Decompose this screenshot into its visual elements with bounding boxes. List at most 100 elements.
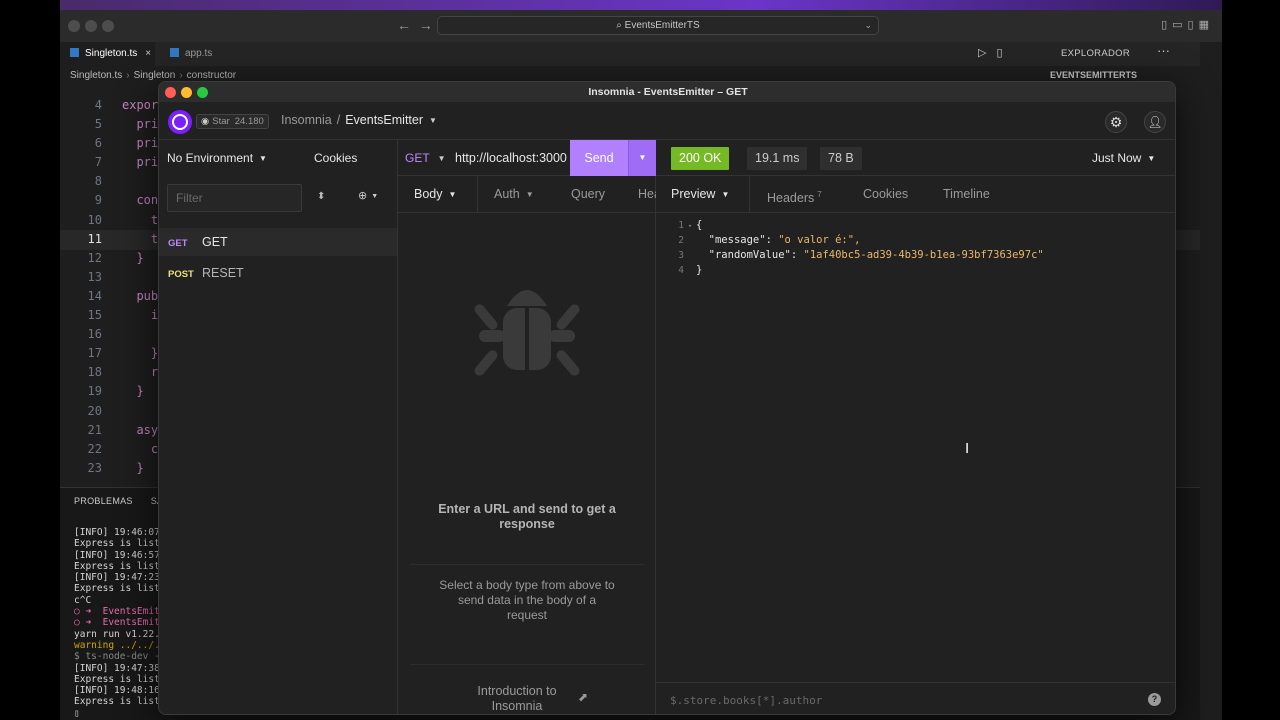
close-icon[interactable]: ×	[145, 48, 151, 59]
window-close-button[interactable]	[165, 87, 176, 98]
explorer-title: EXPLORADOR	[1061, 48, 1130, 59]
sidebar-request-reset[interactable]: POST RESET	[159, 259, 397, 287]
breadcrumb-file[interactable]: Singleton.ts	[70, 70, 122, 81]
terminal-line: Express is list	[74, 696, 160, 708]
tab-app[interactable]: app.ts	[160, 42, 250, 66]
tab-query[interactable]: Query	[571, 176, 605, 213]
introduction-link[interactable]: Introduction to Insomnia	[462, 684, 572, 714]
request-pane: GET ▼ Send ▼ Body ▼ Auth ▼ Query Headers	[398, 140, 656, 714]
sidebar-request-get[interactable]: GET GET	[159, 228, 397, 256]
window-max-dim[interactable]	[102, 20, 114, 32]
line-number: 14	[87, 288, 102, 303]
breadcrumb-root[interactable]: Insomnia	[281, 113, 332, 127]
line-number: 23	[87, 460, 102, 475]
breadcrumb-method[interactable]: constructor	[187, 70, 236, 81]
json-preview[interactable]: 1 ▾{ 2 "message": "o valor é:", 3 "random…	[656, 218, 1175, 278]
explorer-folder[interactable]: EVENTSEMITTERTS	[1050, 70, 1137, 80]
response-time: 19.1 ms	[747, 147, 808, 170]
run-split-icons[interactable]: ▷▯	[978, 46, 1013, 59]
github-star-button[interactable]: ◉ Star 24.180	[196, 114, 269, 129]
window-close-dim[interactable]	[68, 20, 80, 32]
line-number: 22	[87, 441, 102, 456]
tab-label: Singleton.ts	[85, 48, 138, 59]
request-name: GET	[202, 235, 228, 249]
external-link-icon[interactable]: ⬈	[578, 690, 588, 704]
tab-auth[interactable]: Auth ▼	[494, 176, 534, 213]
line-number: 18	[87, 365, 102, 380]
status-badge: 200 OK	[671, 147, 730, 170]
line-number: 5	[94, 117, 102, 132]
settings-gear-icon[interactable]: ⚙	[1105, 111, 1127, 133]
window-min-dim[interactable]	[85, 20, 97, 32]
chevron-down-icon[interactable]: ▼	[429, 116, 437, 125]
search-icon: ⌕	[616, 20, 625, 31]
code-line: r	[122, 365, 159, 380]
code-line: }	[122, 384, 144, 399]
text-cursor-icon: I	[965, 440, 970, 457]
tab-singleton[interactable]: Singleton.ts ×	[60, 42, 155, 66]
user-account-icon[interactable]: 👤︎	[1144, 111, 1166, 133]
code-line: t	[122, 212, 159, 227]
terminal-line: ○ ➜ EventsEmitte	[74, 606, 172, 618]
headers-count-badge: 7	[817, 190, 822, 199]
command-center-search[interactable]: ⌕ EventsEmitterTS ⌄	[437, 16, 879, 35]
response-filter-bar: ?	[656, 682, 1175, 714]
divider	[410, 564, 644, 565]
chevron-down-icon[interactable]: ⌄	[864, 17, 872, 34]
window-minimize-button[interactable]	[181, 87, 192, 98]
line-number: 20	[87, 403, 102, 418]
desktop: ← → ⌕ EventsEmitterTS ⌄ ▯▭▯▦ Singleton.t…	[0, 0, 1280, 720]
chevron-down-icon: ▼	[721, 190, 730, 199]
nav-arrows-icon[interactable]: ← →	[397, 17, 433, 33]
typescript-file-icon	[70, 48, 79, 57]
line-number: 21	[87, 422, 102, 437]
more-actions-icon[interactable]: ···	[1157, 43, 1170, 58]
response-history-select[interactable]: Just Now ▼	[1092, 151, 1155, 165]
send-button[interactable]: Send	[570, 140, 628, 176]
tab-timeline[interactable]: Timeline	[943, 176, 990, 213]
editor-tabs: Singleton.ts × app.ts	[60, 42, 1200, 66]
url-input[interactable]	[455, 149, 569, 167]
terminal-line: Express is list	[74, 560, 160, 572]
window-title: Insomnia - EventsEmitter – GET	[588, 86, 748, 98]
tab-problems[interactable]: PROBLEMAS	[74, 496, 133, 506]
fold-icon[interactable]: ▾	[684, 219, 696, 234]
filter-input[interactable]	[167, 184, 302, 212]
send-options-dropdown[interactable]: ▼	[628, 140, 656, 176]
tab-response-headers[interactable]: Headers 7	[767, 176, 822, 213]
terminal-line: Express is list	[74, 673, 160, 685]
window-maximize-button[interactable]	[197, 87, 208, 98]
code-editor[interactable]: expor pri pri pri con t t } pub i } r } …	[122, 96, 158, 478]
terminal-line: Express is list	[74, 583, 160, 595]
tab-response-cookies[interactable]: Cookies	[863, 176, 908, 213]
insomnia-logo[interactable]	[168, 110, 192, 134]
code-line: pri	[122, 136, 159, 151]
add-request-icon[interactable]: ⊕ ▼	[358, 189, 378, 202]
jsonpath-filter-input[interactable]	[670, 692, 1110, 708]
terminal-line: ○ ➜ EventsEmitte	[74, 617, 172, 629]
request-method-badge: GET	[168, 238, 188, 249]
tab-label: Preview	[671, 187, 716, 201]
layout-toggle-icons[interactable]: ▯▭▯▦	[1161, 18, 1214, 31]
breadcrumb-current[interactable]: EventsEmitter	[345, 113, 423, 127]
tab-body[interactable]: Body ▼	[398, 176, 478, 213]
terminal-output[interactable]: [INFO] 19:46:07 Express is list [INFO] 19:…	[74, 527, 171, 719]
response-pane: 200 OK 19.1 ms 78 B Just Now ▼ Preview ▼ H…	[656, 140, 1175, 714]
code-line: t	[122, 231, 159, 246]
terminal-line: $ ts-node-dev -	[74, 651, 160, 663]
tab-preview[interactable]: Preview ▼	[656, 176, 750, 213]
cookies-button[interactable]: Cookies	[314, 151, 357, 165]
terminal-line: c^C	[74, 594, 92, 606]
help-icon[interactable]: ?	[1148, 693, 1161, 706]
json-line: 3 "randomValue": "1af40bc5-ad39-4b39-b1e…	[678, 249, 1044, 261]
tab-headers[interactable]: Headers	[638, 176, 656, 213]
code-line: pri	[122, 155, 159, 170]
method-select[interactable]: GET ▼	[405, 151, 446, 165]
divider	[410, 664, 644, 665]
line-number: 6	[94, 136, 102, 151]
sort-icon[interactable]: ⬍	[317, 191, 325, 202]
line-number: 4	[94, 98, 102, 112]
breadcrumb-class[interactable]: Singleton	[134, 70, 176, 81]
environment-select[interactable]: No Environment ▼	[167, 151, 267, 165]
